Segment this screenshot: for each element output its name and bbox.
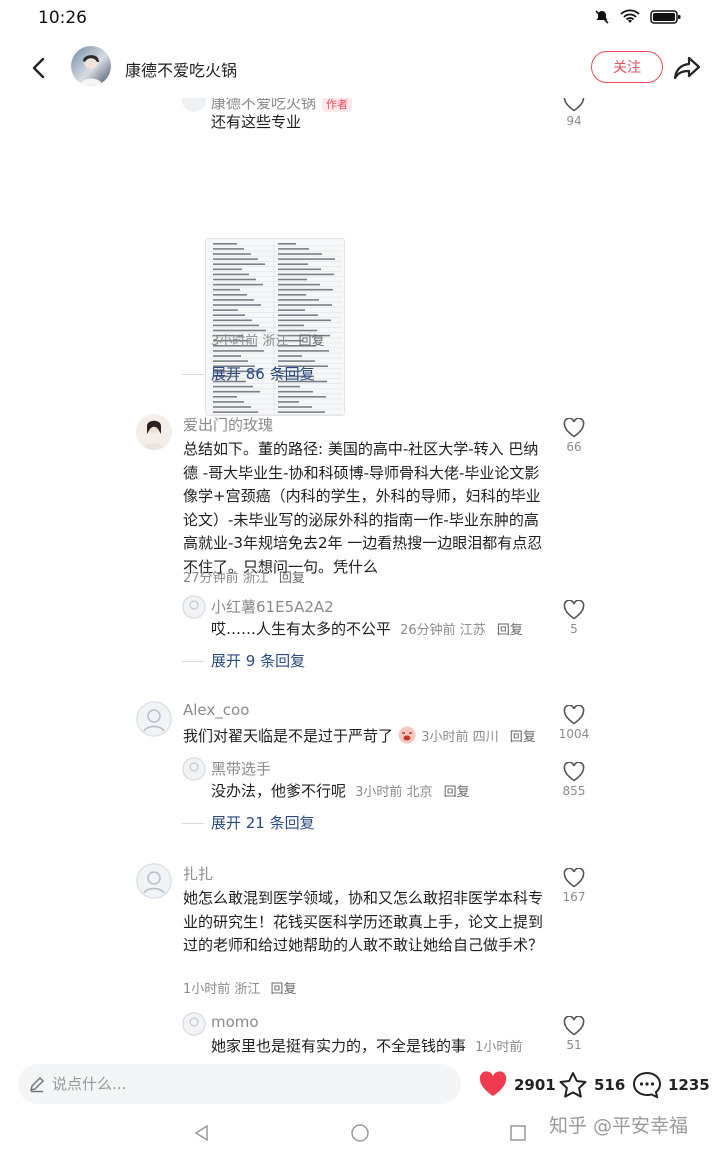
reply-button[interactable]: 回复 <box>271 982 297 997</box>
status-icons <box>594 9 682 25</box>
reply-button[interactable]: 回复 <box>444 785 470 800</box>
reply-text: 没办法，他爹不行呢 <box>211 782 347 800</box>
heart-icon <box>563 1016 585 1036</box>
heart-icon <box>563 600 585 620</box>
battery-icon <box>650 10 681 24</box>
post-star-count: 516 <box>594 1076 626 1094</box>
comment-text: 我们对翟天临是不是过于严苛了 <box>183 727 394 745</box>
reply-avatar[interactable] <box>182 757 206 781</box>
post-star-button[interactable]: 516 <box>558 1071 625 1099</box>
wifi-icon <box>620 9 640 23</box>
like-count: 167 <box>562 890 586 904</box>
nav-recent-icon[interactable] <box>509 1124 527 1142</box>
comment-text: 还有这些专业 <box>211 113 302 131</box>
like-count: 5 <box>570 622 578 636</box>
like-button[interactable]: 1004 <box>556 705 592 741</box>
reply-button[interactable]: 回复 <box>279 571 305 586</box>
nav-back-icon[interactable] <box>193 1124 211 1142</box>
like-button[interactable]: 94 <box>556 98 592 128</box>
reply-button[interactable]: 回复 <box>497 623 523 638</box>
reply-meta: 26分钟前 江苏 <box>400 623 486 638</box>
heart-icon <box>563 868 585 888</box>
top-bar: 康德不爱吃火锅 关注 <box>0 38 720 98</box>
author-tag: 作者 <box>322 98 353 112</box>
watermark: 知乎 @平安幸福 <box>549 1115 689 1137</box>
star-icon <box>559 1072 587 1098</box>
comment-input-placeholder: 说点什么... <box>52 1075 127 1093</box>
like-button[interactable]: 5 <box>556 600 592 636</box>
author-name[interactable]: 康德不爱吃火锅 <box>125 57 237 81</box>
commenter-avatar[interactable] <box>136 414 172 450</box>
reply-text: 哎……人生有太多的不公平 <box>211 620 392 638</box>
reply-author[interactable]: 小红薯61E5A2A2 <box>211 596 334 617</box>
divider <box>182 374 204 375</box>
comment-meta: 27分钟前 浙江 回复 <box>183 571 305 586</box>
reply-avatar[interactable] <box>182 595 206 619</box>
status-bar: 10:26 <box>0 0 720 38</box>
like-count: 94 <box>566 114 582 128</box>
like-button[interactable]: 855 <box>556 762 592 798</box>
expand-replies[interactable]: 展开 21 条回复 <box>211 812 315 833</box>
comment-author[interactable]: Alex_coo <box>183 701 249 719</box>
like-button[interactable]: 66 <box>556 418 592 454</box>
like-button[interactable]: 167 <box>556 868 592 904</box>
reply-body: 她家里也是挺有实力的，不全是钱的事 1小时前 <box>211 1035 522 1058</box>
comment-meta: 3小时前 浙江 回复 <box>211 334 325 349</box>
comment-body: 我们对翟天临是不是过于严苛了 3小时前 四川 回复 <box>183 725 536 749</box>
reply-button[interactable]: 回复 <box>299 334 325 349</box>
crying-emoji-icon <box>398 726 416 744</box>
dnd-icon <box>595 10 609 24</box>
reply-button[interactable]: 回复 <box>510 730 536 745</box>
author-avatar[interactable] <box>71 46 111 86</box>
commenter-avatar[interactable] <box>136 863 172 899</box>
bottom-action-bar: 说点什么... 2901 516 1235 <box>0 1058 720 1110</box>
comment-text: 总结如下。董的路径: 美国的高中-社区大学-转入 巴纳德 -哥大毕业生-协和科硕… <box>183 440 543 576</box>
post-comment-count: 1235 <box>668 1076 710 1094</box>
commenter-avatar[interactable] <box>182 98 206 112</box>
heart-icon <box>563 762 585 782</box>
like-count: 51 <box>566 1038 582 1052</box>
reply-body: 没办法，他爹不行呢 3小时前 北京 回复 <box>211 780 470 804</box>
like-count: 66 <box>566 440 582 454</box>
like-button[interactable]: 51 <box>556 1016 592 1052</box>
reply-avatar[interactable] <box>182 1012 206 1036</box>
heart-icon <box>563 98 585 112</box>
expand-replies[interactable]: 展开 86 条回复 <box>211 363 315 384</box>
reply-author[interactable]: 黑带选手 <box>211 758 271 779</box>
follow-button[interactable]: 关注 <box>591 51 663 83</box>
nav-home-icon[interactable] <box>350 1123 370 1143</box>
comment-image[interactable] <box>205 238 345 416</box>
comment-author[interactable]: 爱出门的玫瑰 <box>183 414 273 435</box>
reply-meta: 3小时前 北京 <box>355 785 433 800</box>
comment-list[interactable]: 康德不爱吃火锅 作者 94 还有这些专业 3小时前 浙江 回复 展开 86 条回复… <box>0 98 720 1058</box>
commenter-avatar[interactable] <box>136 701 172 737</box>
edit-icon <box>29 1076 45 1093</box>
comment-author[interactable]: 扎扎 <box>183 863 213 884</box>
reply-body: 哎……人生有太多的不公平 26分钟前 江苏 回复 <box>211 618 523 642</box>
post-like-count: 2901 <box>514 1075 556 1094</box>
comment-text: 她怎么敢混到医学领域，协和又怎么敢招非医学本科专业的研究生！花钱买医科学历还敢真… <box>183 889 544 954</box>
heart-icon <box>563 705 585 725</box>
comment-icon <box>632 1071 662 1099</box>
share-icon[interactable] <box>672 54 702 82</box>
like-count: 855 <box>562 784 586 798</box>
reply-meta: 1小时前 <box>475 1040 523 1055</box>
divider <box>182 823 204 824</box>
reply-text: 她家里也是挺有实力的，不全是钱的事 <box>211 1037 467 1055</box>
expand-replies[interactable]: 展开 9 条回复 <box>211 650 305 671</box>
status-time: 10:26 <box>38 8 87 28</box>
heart-icon <box>563 418 585 438</box>
post-comment-button[interactable]: 1235 <box>632 1071 710 1099</box>
reply-author[interactable]: momo <box>211 1013 259 1031</box>
heart-icon <box>479 1071 507 1096</box>
like-count: 1004 <box>558 727 590 741</box>
comment-meta: 3小时前 四川 <box>421 730 499 745</box>
back-icon[interactable] <box>26 54 54 82</box>
divider <box>182 661 204 662</box>
post-like-button[interactable]: 2901 <box>478 1071 556 1098</box>
comment-meta: 1小时前 浙江 回复 <box>183 982 297 997</box>
